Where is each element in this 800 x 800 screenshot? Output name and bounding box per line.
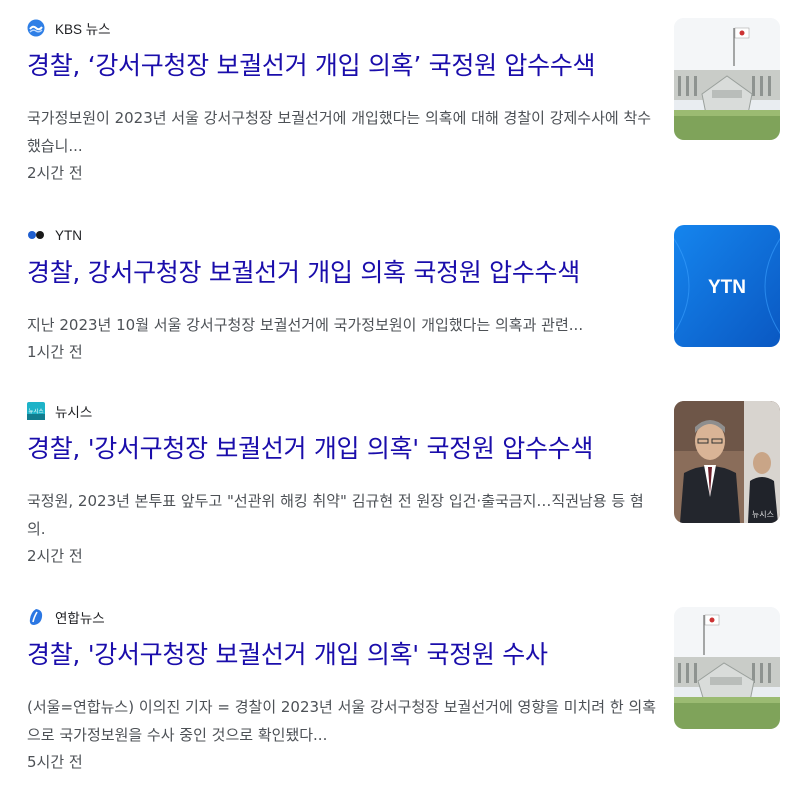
nis-building-image (674, 18, 780, 140)
ytn-thumbnail-text: YTN (708, 277, 746, 298)
newsis-logo-icon: 뉴시스 (27, 402, 45, 420)
timestamp: 2시간 전 (27, 547, 83, 565)
article-source[interactable]: 연합뉴스 (27, 607, 105, 627)
article-thumbnail[interactable] (674, 18, 780, 140)
ytn-logo-image: YTN (674, 225, 780, 347)
headline-link[interactable]: 경찰, '강서구청장 보궐선거 개입 의혹' 국정원 압수수색 (27, 429, 593, 465)
article-snippet: 국가정보원이 2023년 서울 강서구청장 보궐선거에 개입했다는 의혹에 대해… (27, 109, 652, 155)
source-name: KBS 뉴스 (55, 22, 111, 37)
article-thumbnail[interactable] (674, 607, 780, 729)
article-source[interactable]: KBS 뉴스 (27, 18, 111, 38)
article-source[interactable]: 뉴시스 뉴시스 (27, 401, 92, 421)
news-article-ytn: YTN 경찰, 강서구청장 보궐선거 개입 의혹 국정원 압수수색 지난 202… (0, 225, 800, 415)
nis-building-image (674, 607, 780, 729)
newsis-logo-text: 뉴시스 (28, 408, 43, 415)
news-article-newsis: 뉴시스 뉴시스 경찰, '강서구청장 보궐선거 개입 의혹' 국정원 압수수색 … (0, 401, 800, 591)
source-name: YTN (55, 227, 82, 243)
headline-link[interactable]: 경찰, ‘강서구청장 보궐선거 개입 의혹’ 국정원 압수수색 (27, 46, 596, 82)
source-name: 연합뉴스 (55, 611, 105, 626)
thumbnail-watermark: 뉴시스 (752, 510, 774, 519)
headline-link[interactable]: 경찰, '강서구청장 보궐선거 개입 의혹' 국정원 수사 (27, 635, 548, 671)
headline-link[interactable]: 경찰, 강서구청장 보궐선거 개입 의혹 국정원 압수수색 (27, 253, 580, 289)
article-snippet: (서울=연합뉴스) 이의진 기자 = 경찰이 2023년 서울 강서구청장 보궐… (27, 698, 657, 744)
source-name: 뉴시스 (55, 405, 93, 420)
kbs-logo-icon (27, 19, 45, 37)
ytn-logo-icon (27, 226, 45, 244)
article-snippet: 국정원, 2023년 본투표 앞두고 "선관위 해킹 취약" 김규현 전 원장 … (27, 492, 644, 538)
news-article-yonhap: 연합뉴스 경찰, '강서구청장 보궐선거 개입 의혹' 국정원 수사 (서울=연… (0, 607, 800, 797)
news-article-kbs: KBS 뉴스 경찰, ‘강서구청장 보궐선거 개입 의혹’ 국정원 압수수색 국… (0, 18, 800, 208)
timestamp: 1시간 전 (27, 343, 83, 361)
article-source[interactable]: YTN (27, 225, 82, 245)
yonhap-logo-icon (27, 608, 45, 626)
article-thumbnail[interactable]: 뉴시스 (674, 401, 780, 523)
timestamp: 2시간 전 (27, 164, 83, 182)
article-thumbnail[interactable]: YTN (674, 225, 780, 347)
article-snippet: 지난 2023년 10월 서울 강서구청장 보궐선거에 국가정보원이 개입했다는… (27, 316, 584, 334)
timestamp: 5시간 전 (27, 753, 83, 771)
official-portrait-image: 뉴시스 (674, 401, 780, 523)
